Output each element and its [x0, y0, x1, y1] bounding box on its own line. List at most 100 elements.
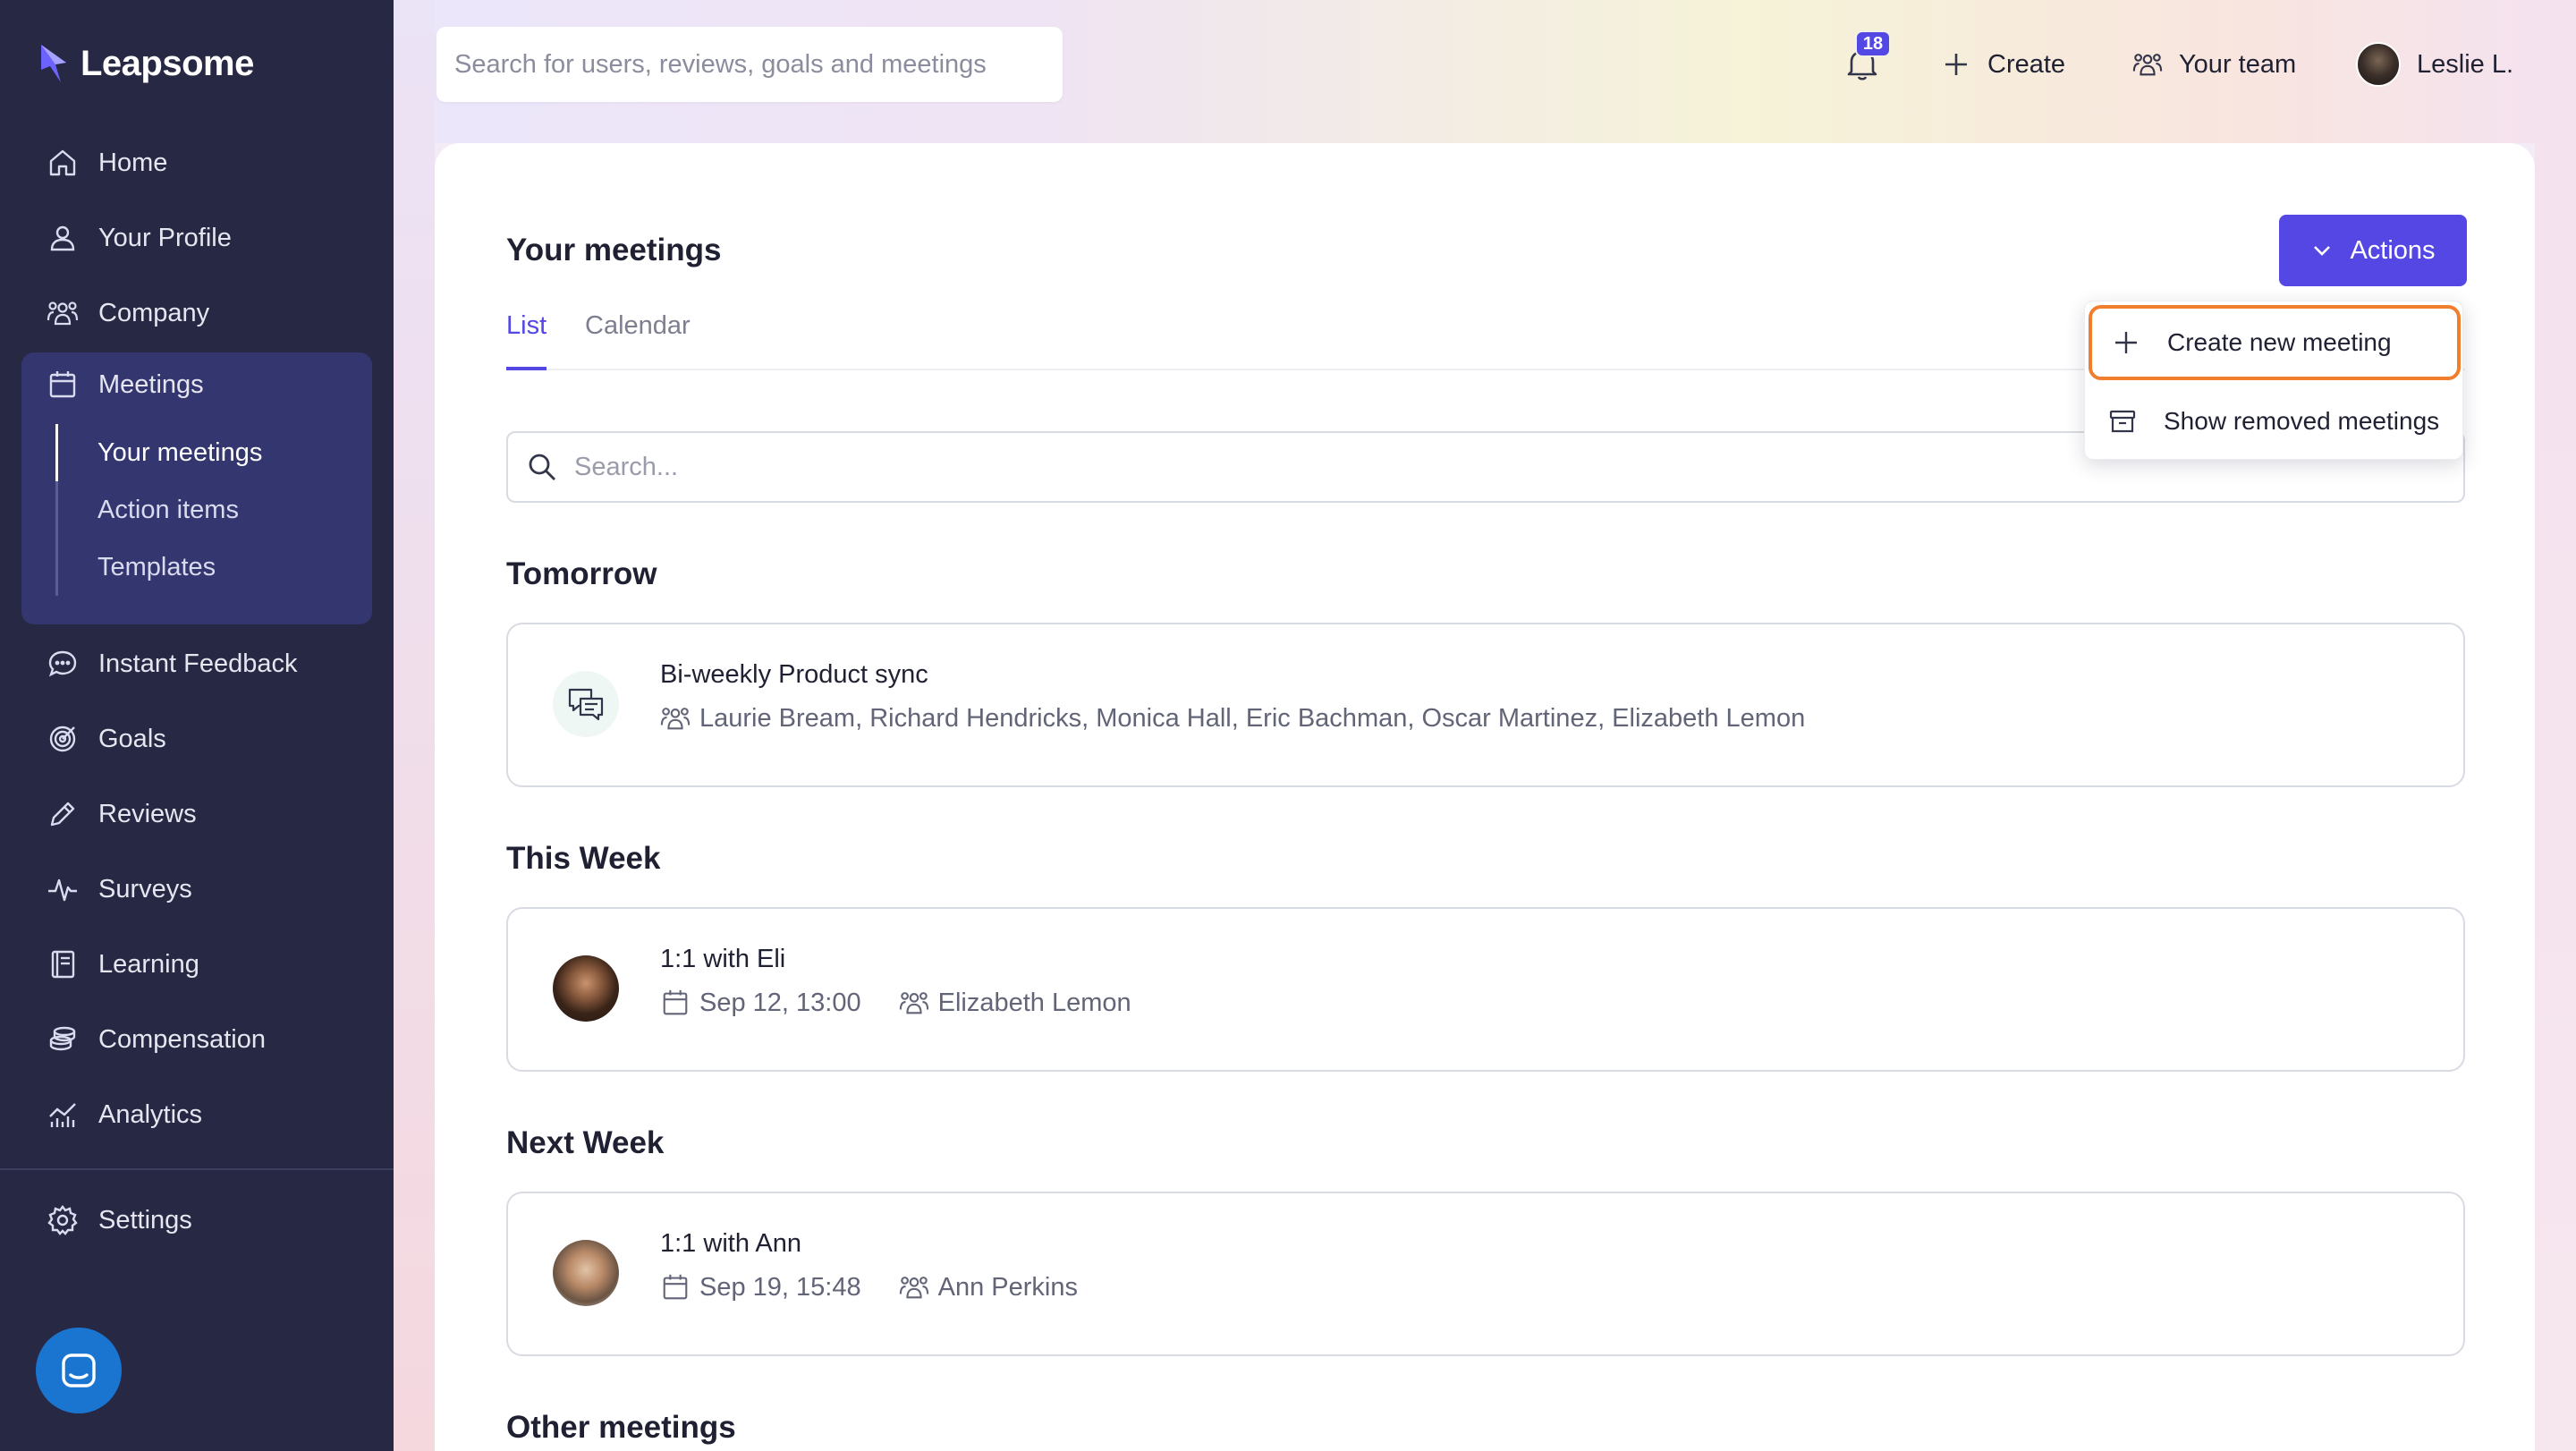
pulse-icon [48, 878, 77, 902]
sidebar-item-label: Goals [98, 724, 166, 753]
actions-dropdown-menu: Create new meeting Show removed meetings [2084, 301, 2463, 460]
target-icon [49, 726, 76, 752]
create-new-meeting-menu-item[interactable]: Create new meeting [2089, 305, 2461, 380]
meeting-card[interactable]: 1:1 with Eli Sep 12, 13:00 Elizabeth Lem… [506, 907, 2465, 1072]
avatar [2356, 42, 2401, 87]
coins-icon [49, 1026, 76, 1051]
meeting-participants: Laurie Bream, Richard Hendricks, Monica … [699, 703, 1806, 733]
sidebar-divider [0, 1168, 394, 1170]
people-icon [899, 992, 928, 1014]
app-logo[interactable]: Leapsome [39, 43, 254, 84]
sidebar-item-your-profile[interactable]: Your Profile [21, 206, 372, 270]
calendar-icon [49, 371, 76, 398]
chevron-down-icon [2314, 246, 2331, 256]
avatar [553, 955, 619, 1022]
chat-widget-icon [62, 1353, 96, 1387]
search-placeholder: Search... [574, 452, 679, 481]
plus-icon [2115, 332, 2137, 353]
sidebar-item-reviews[interactable]: Reviews [21, 782, 372, 846]
main-right-gradient [2535, 0, 2576, 1451]
sidebar-subitem-action-items[interactable]: Action items [55, 481, 360, 539]
notification-badge: 18 [1855, 30, 1891, 57]
sidebar-subitem-templates[interactable]: Templates [55, 539, 360, 596]
user-icon [50, 225, 75, 251]
sidebar-item-analytics[interactable]: Analytics [21, 1082, 372, 1147]
sidebar-item-label: Learning [98, 949, 199, 979]
sidebar-item-compensation[interactable]: Compensation [21, 1007, 372, 1072]
support-chat-button[interactable] [36, 1328, 122, 1413]
main-left-gradient [394, 0, 435, 1451]
pencil-icon [50, 802, 75, 827]
search-icon [529, 454, 555, 480]
sidebar-item-label: Company [98, 298, 210, 327]
your-team-label: Your team [2179, 49, 2297, 79]
your-team-button[interactable]: Your team [2132, 39, 2296, 89]
meetings-submenu: Your meetings Action items Templates [55, 424, 360, 596]
section-title-next-week: Next Week [506, 1125, 665, 1160]
sidebar-item-home[interactable]: Home [21, 131, 372, 195]
section-title-tomorrow: Tomorrow [506, 556, 657, 591]
section-title-this-week: This Week [506, 841, 661, 876]
meeting-participants: Ann Perkins [937, 1272, 1078, 1302]
book-icon [51, 950, 75, 979]
home-icon [49, 149, 76, 176]
sidebar-item-label: Settings [98, 1205, 192, 1235]
people-icon [660, 708, 691, 730]
people-icon [47, 301, 79, 326]
people-icon [899, 1277, 928, 1299]
meeting-type-icon [553, 671, 619, 737]
global-search-input[interactable]: Search for users, reviews, goals and mee… [436, 27, 1063, 102]
meeting-title: 1:1 with Ann [660, 1229, 801, 1258]
sidebar: Leapsome Home Your Profile Company Meeti… [0, 0, 394, 1451]
meeting-meta: Sep 19, 15:48 Ann Perkins [660, 1272, 1078, 1303]
actions-label: Actions [2350, 235, 2436, 265]
tab-calendar[interactable]: Calendar [585, 311, 691, 370]
plus-icon [1945, 54, 1967, 75]
meeting-participants: Elizabeth Lemon [937, 988, 1131, 1017]
page-title: Your meetings [506, 233, 722, 267]
leapsome-logo-icon [41, 45, 66, 82]
sidebar-item-instant-feedback[interactable]: Instant Feedback [21, 632, 372, 696]
meeting-title: Bi-weekly Product sync [660, 660, 928, 689]
archive-icon [2109, 410, 2136, 433]
meeting-title: 1:1 with Eli [660, 945, 786, 973]
user-menu[interactable]: Leslie L. [2356, 39, 2513, 89]
actions-button[interactable]: Actions [2279, 215, 2467, 286]
sidebar-group-meetings: Meetings Your meetings Action items Temp… [21, 352, 372, 624]
sidebar-item-label: Meetings [98, 369, 204, 399]
user-name: Leslie L. [2417, 49, 2514, 79]
create-label: Create [1987, 49, 2066, 79]
meeting-date: Sep 12, 13:00 [699, 988, 861, 1017]
sidebar-item-learning[interactable]: Learning [21, 932, 372, 997]
meeting-card[interactable]: Bi-weekly Product sync Laurie Bream, Ric… [506, 623, 2465, 787]
sidebar-item-surveys[interactable]: Surveys [21, 857, 372, 921]
sidebar-item-label: Reviews [98, 799, 197, 828]
create-button[interactable]: Create [1941, 39, 2065, 89]
avatar [553, 1240, 619, 1306]
calendar-icon [663, 1274, 688, 1300]
sidebar-item-label: Analytics [98, 1099, 203, 1129]
app-name: Leapsome [80, 43, 254, 83]
chat-icon [48, 650, 77, 677]
sidebar-subitem-your-meetings[interactable]: Your meetings [55, 424, 360, 481]
section-title-other-meetings: Other meetings [506, 1410, 736, 1445]
tab-list[interactable]: List [506, 311, 547, 370]
menu-item-label: Show removed meetings [2164, 407, 2440, 435]
sidebar-item-label: Home [98, 148, 168, 177]
sidebar-item-company[interactable]: Company [21, 281, 372, 345]
sidebar-item-settings[interactable]: Settings [21, 1188, 372, 1252]
conversation-icon [568, 688, 604, 721]
sidebar-item-meetings[interactable]: Meetings [21, 352, 372, 417]
menu-item-label: Create new meeting [2167, 328, 2392, 356]
chart-icon [49, 1103, 76, 1127]
meeting-card[interactable]: 1:1 with Ann Sep 19, 15:48 Ann Perkins [506, 1192, 2465, 1356]
sidebar-item-label: Your Profile [98, 223, 232, 252]
sidebar-item-goals[interactable]: Goals [21, 707, 372, 771]
calendar-icon [663, 989, 688, 1015]
gear-icon [47, 1205, 78, 1235]
sidebar-item-label: Compensation [98, 1024, 266, 1054]
show-removed-meetings-menu-item[interactable]: Show removed meetings [2085, 382, 2464, 461]
meeting-meta: Laurie Bream, Richard Hendricks, Monica … [660, 703, 1805, 734]
meeting-date: Sep 19, 15:48 [699, 1272, 861, 1302]
sidebar-item-label: Surveys [98, 874, 192, 904]
